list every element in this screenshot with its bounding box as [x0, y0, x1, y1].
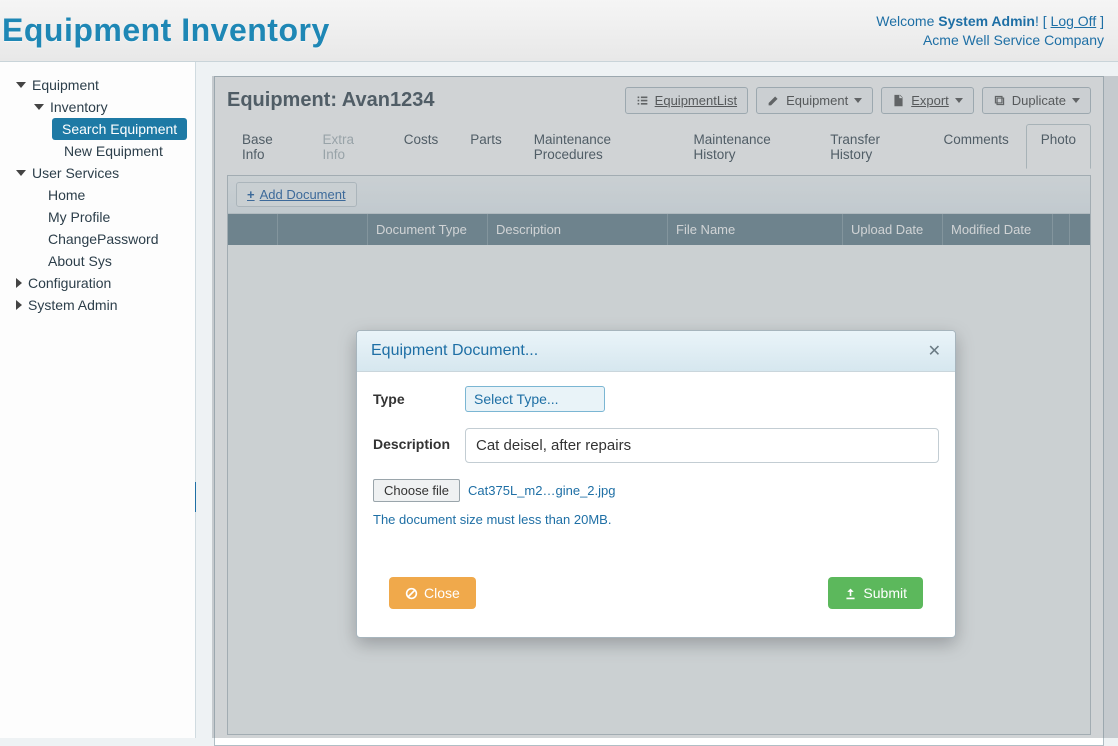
- app-header: Equipment Inventory Welcome System Admin…: [0, 0, 1118, 62]
- sidebar-item-configuration[interactable]: Configuration: [8, 272, 189, 294]
- button-label: Submit: [863, 585, 907, 601]
- app-title: Equipment Inventory: [0, 12, 330, 49]
- modal-footer: Close Submit: [373, 577, 939, 629]
- sidebar-label: User Services: [32, 165, 119, 181]
- welcome-prefix: Welcome: [876, 13, 938, 29]
- welcome-user: System Admin: [938, 13, 1035, 29]
- sidebar-label: Equipment: [32, 77, 99, 93]
- sidebar-label: Home: [48, 187, 85, 203]
- type-row: Type Select Type...: [373, 386, 939, 412]
- sidebar-item-search-equipment[interactable]: Search Equipment: [52, 118, 187, 140]
- sidebar-label: Search Equipment: [62, 121, 177, 137]
- caret-down-icon: [16, 82, 26, 88]
- cancel-icon: [405, 587, 418, 600]
- modal-header: Equipment Document... ✕: [357, 331, 955, 372]
- caret-right-icon: [16, 278, 22, 288]
- type-select[interactable]: Select Type...: [465, 386, 605, 412]
- submit-button[interactable]: Submit: [828, 577, 923, 609]
- modal-title: Equipment Document...: [371, 342, 538, 360]
- caret-right-icon: [16, 300, 22, 310]
- choose-file-button[interactable]: Choose file: [373, 479, 460, 502]
- size-hint: The document size must less than 20MB.: [373, 512, 939, 527]
- company-name: Acme Well Service Company: [876, 31, 1104, 50]
- description-input[interactable]: [465, 428, 939, 463]
- description-label: Description: [373, 428, 465, 452]
- sidebar-label: ChangePassword: [48, 231, 159, 247]
- sidebar-item-system-admin[interactable]: System Admin: [8, 294, 189, 316]
- sidebar-label: System Admin: [28, 297, 117, 313]
- sidebar-label: About Sys: [48, 253, 112, 269]
- sidebar-label: New Equipment: [64, 143, 163, 159]
- sidebar-item-user-services[interactable]: User Services: [8, 162, 189, 184]
- equipment-document-modal: Equipment Document... ✕ Type Select Type…: [356, 330, 956, 638]
- sidebar-label: My Profile: [48, 209, 110, 225]
- sidebar-item-my-profile[interactable]: My Profile: [8, 206, 189, 228]
- sidebar-item-new-equipment[interactable]: New Equipment: [8, 140, 189, 162]
- upload-icon: [844, 587, 857, 600]
- file-row: Choose file Cat375L_m2…gine_2.jpg: [373, 479, 939, 502]
- caret-down-icon: [34, 104, 44, 110]
- welcome-suffix: ! [: [1035, 13, 1051, 29]
- selected-file-name: Cat375L_m2…gine_2.jpg: [468, 483, 615, 498]
- button-label: Close: [424, 585, 460, 601]
- sidebar-item-equipment[interactable]: Equipment: [8, 74, 189, 96]
- close-button[interactable]: Close: [389, 577, 476, 609]
- caret-down-icon: [16, 170, 26, 176]
- description-row: Description: [373, 428, 939, 463]
- welcome-block: Welcome System Admin! [ Log Off ] Acme W…: [876, 12, 1104, 50]
- sidebar-item-change-password[interactable]: ChangePassword: [8, 228, 189, 250]
- type-label: Type: [373, 391, 465, 407]
- type-select-value: Select Type...: [474, 391, 559, 407]
- sidebar-item-about-sys[interactable]: About Sys: [8, 250, 189, 272]
- sidebar-item-inventory[interactable]: Inventory: [8, 96, 189, 118]
- sidebar-label: Configuration: [28, 275, 111, 291]
- close-icon[interactable]: ✕: [928, 341, 941, 361]
- welcome-tail: ]: [1096, 13, 1104, 29]
- sidebar-item-home[interactable]: Home: [8, 184, 189, 206]
- logoff-link[interactable]: Log Off: [1051, 13, 1097, 29]
- sidebar: Equipment Inventory Search Equipment New…: [0, 62, 196, 738]
- sidebar-label: Inventory: [50, 99, 108, 115]
